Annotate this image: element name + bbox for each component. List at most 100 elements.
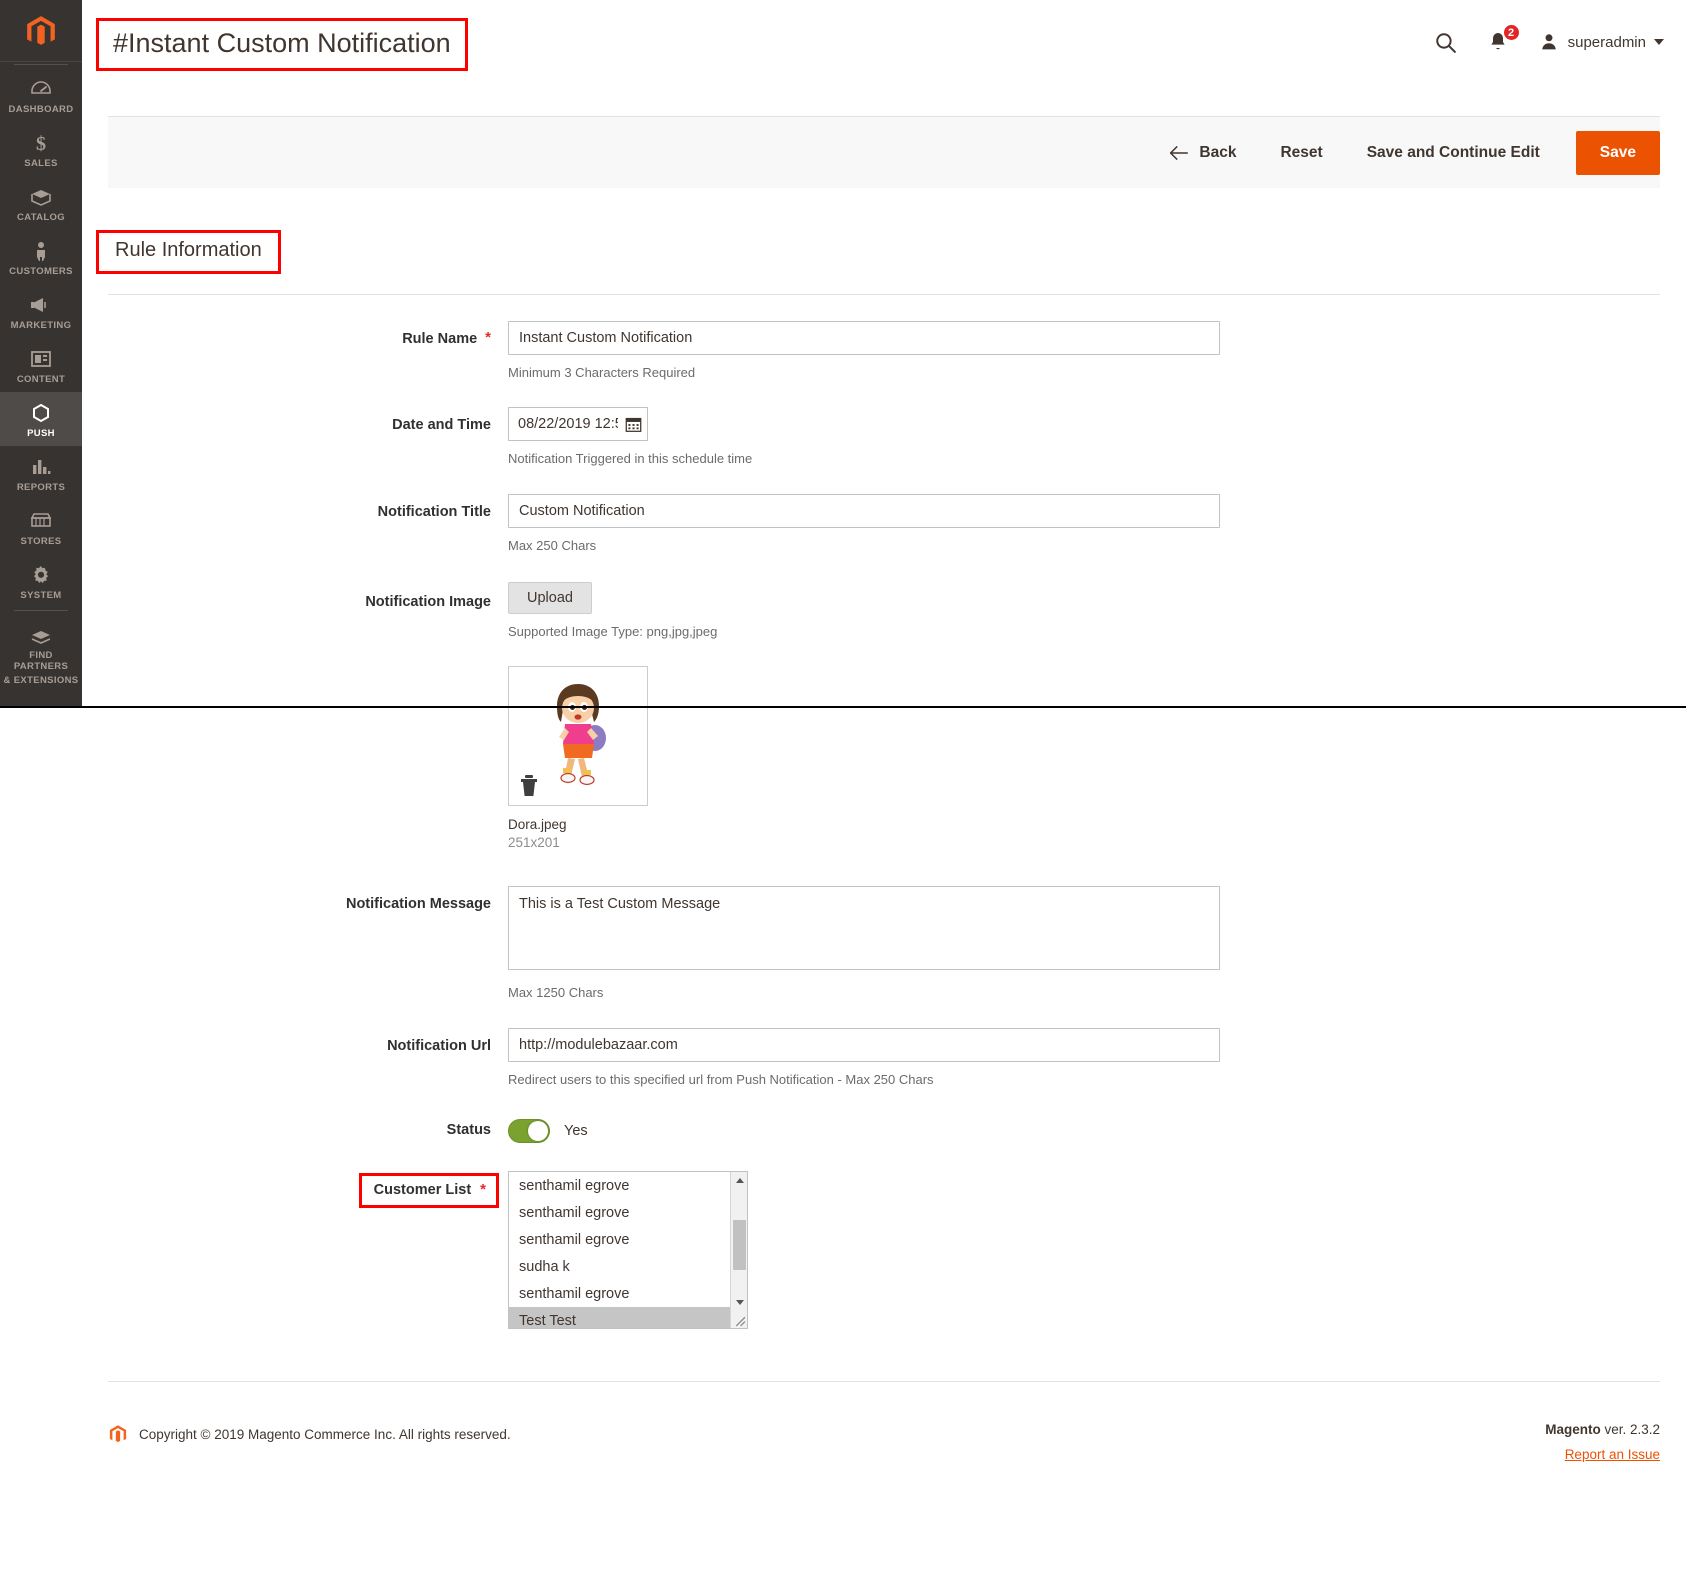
status-control: Yes [508, 1115, 1660, 1143]
field-notification-image: Notification Image Upload Supported Imag… [108, 582, 1660, 852]
field-rule-name: Rule Name * Minimum 3 Characters Require… [108, 321, 1660, 381]
status-toggle-value: Yes [564, 1123, 588, 1139]
customer-list-scrollbar[interactable] [730, 1172, 747, 1328]
save-and-continue-edit-label: Save and Continue Edit [1366, 143, 1540, 161]
notification-title-label: Notification Title [377, 504, 491, 520]
sidebar-item-catalog[interactable]: CATALOG [0, 176, 82, 230]
footer-left: Copyright © 2019 Magento Commerce Inc. A… [108, 1422, 511, 1446]
notification-url-control: Redirect users to this specified url fro… [508, 1028, 1660, 1088]
scroll-down-button[interactable] [731, 1294, 747, 1311]
sidebar: DASHBOARD $ SALES CATALOG CUSTOMERS MARK… [0, 0, 82, 708]
sidebar-item-label: SYSTEM [20, 590, 62, 601]
notification-url-input[interactable] [508, 1028, 1220, 1062]
scroll-down-arrow-icon [735, 1300, 744, 1305]
notification-image-label-wrap: Notification Image [108, 582, 508, 611]
list-item-selected[interactable]: Test Test [509, 1307, 747, 1328]
magento-logo[interactable] [0, 0, 82, 62]
rule-information-form: Rule Name * Minimum 3 Characters Require… [82, 321, 1686, 1381]
status-label: Status [446, 1122, 491, 1138]
header-actions: 2 superadmin [1433, 18, 1664, 66]
page-actions-toolbar: Back Reset Save and Continue Edit Save [108, 116, 1660, 188]
save-button[interactable]: Save [1575, 130, 1660, 175]
list-item[interactable]: senthamil egrove [509, 1280, 747, 1307]
page-footer: Copyright © 2019 Magento Commerce Inc. A… [82, 1382, 1686, 1464]
resize-handle-icon[interactable] [733, 1314, 746, 1327]
list-item[interactable]: sudha k [509, 1253, 747, 1280]
sidebar-divider [14, 610, 68, 611]
extensions-icon [31, 631, 51, 644]
rule-name-label-wrap: Rule Name * [108, 321, 508, 348]
back-button[interactable]: Back [1146, 117, 1258, 189]
customer-list-label-wrap: Customer List * [108, 1171, 508, 1208]
sidebar-item-system[interactable]: SYSTEM [0, 554, 82, 608]
image-filename: Dora.jpeg [508, 817, 567, 832]
scroll-up-button[interactable] [731, 1172, 747, 1189]
sidebar-item-stores[interactable]: STORES [0, 500, 82, 554]
sidebar-item-dashboard[interactable]: DASHBOARD [0, 68, 82, 122]
rule-name-note: Minimum 3 Characters Required [508, 365, 696, 380]
upload-button[interactable]: Upload [508, 582, 592, 614]
notification-message-label-wrap: Notification Message [108, 886, 508, 913]
sidebar-item-customers[interactable]: CUSTOMERS [0, 230, 82, 284]
customer-list-label-annotation-box: Customer List * [358, 1173, 499, 1208]
admin-user-name: superadmin [1567, 33, 1646, 51]
status-label-wrap: Status [108, 1115, 508, 1139]
date-input-group [508, 407, 648, 441]
admin-user-menu[interactable]: superadmin [1538, 31, 1664, 53]
notifications-button[interactable]: 2 [1486, 23, 1521, 54]
sidebar-item-marketing[interactable]: MARKETING [0, 284, 82, 338]
reset-button[interactable]: Reset [1258, 117, 1344, 189]
notification-url-note: Redirect users to this specified url fro… [508, 1072, 934, 1087]
notification-image-preview[interactable] [508, 666, 648, 806]
magento-version: Magento ver. 2.3.2 [1545, 1422, 1660, 1437]
list-item[interactable]: senthamil egrove [509, 1226, 747, 1253]
toggle-knob [528, 1121, 548, 1141]
sidebar-item-find-partners-extensions[interactable]: FIND PARTNERS & EXTENSIONS [0, 614, 82, 693]
sidebar-item-reports[interactable]: REPORTS [0, 446, 82, 500]
trash-icon [521, 775, 537, 796]
sidebar-item-sales[interactable]: $ SALES [0, 122, 82, 176]
sidebar-item-label: CATALOG [16, 212, 65, 223]
sidebar-divider [14, 64, 68, 65]
notification-message-textarea[interactable] [508, 886, 1220, 970]
field-date-and-time: Date and Time 08/22/2019 12:5 Notificati… [108, 407, 1660, 467]
notification-title-note: Max 250 Chars [508, 538, 597, 553]
notification-message-label: Notification Message [345, 896, 491, 912]
sidebar-item-push[interactable]: PUSH [0, 392, 82, 446]
copyright-text: Copyright © 2019 Magento Commerce Inc. A… [139, 1426, 511, 1442]
svg-text:$: $ [36, 133, 46, 155]
back-button-label: Back [1199, 143, 1237, 161]
date-and-time-label: Date and Time [392, 417, 491, 433]
magento-logo-icon [27, 15, 55, 45]
sidebar-item-label: DASHBOARD [8, 104, 74, 115]
sidebar-item-label: STORES [20, 536, 62, 547]
arrow-left-icon [1170, 145, 1189, 160]
gear-icon [34, 566, 49, 583]
box-icon [31, 190, 51, 206]
person-icon [37, 242, 45, 261]
notification-title-input[interactable] [508, 494, 1220, 528]
date-and-time-input[interactable] [508, 407, 620, 441]
dollar-icon: $ [36, 133, 46, 155]
customer-list-select[interactable]: senthamil egrove senthamil egrove sentha… [508, 1171, 748, 1329]
sidebar-item-content[interactable]: CONTENT [0, 338, 82, 392]
scrollbar-thumb[interactable] [733, 1220, 746, 1270]
footer-right: Magento ver. 2.3.2 Report an Issue [1545, 1422, 1660, 1464]
delete-image-button[interactable] [518, 774, 540, 798]
search-icon [1435, 32, 1456, 53]
rule-name-input[interactable] [508, 321, 1220, 355]
search-button[interactable] [1433, 30, 1458, 55]
notification-url-label: Notification Url [387, 1038, 491, 1054]
dora-cartoon-thumbnail [557, 684, 606, 786]
chevron-down-icon [1654, 39, 1664, 45]
screenshot-seam-artifact [0, 706, 1686, 708]
save-and-continue-edit-button[interactable]: Save and Continue Edit [1345, 117, 1562, 189]
customer-list-control: senthamil egrove senthamil egrove sentha… [508, 1171, 1660, 1329]
report-an-issue-link[interactable]: Report an Issue [1565, 1447, 1660, 1462]
list-item[interactable]: senthamil egrove [509, 1172, 747, 1199]
status-toggle[interactable] [508, 1119, 550, 1143]
sidebar-item-label: CUSTOMERS [9, 266, 73, 277]
notification-url-label-wrap: Notification Url [108, 1028, 508, 1055]
calendar-picker-button[interactable] [620, 407, 648, 441]
list-item[interactable]: senthamil egrove [509, 1199, 747, 1226]
